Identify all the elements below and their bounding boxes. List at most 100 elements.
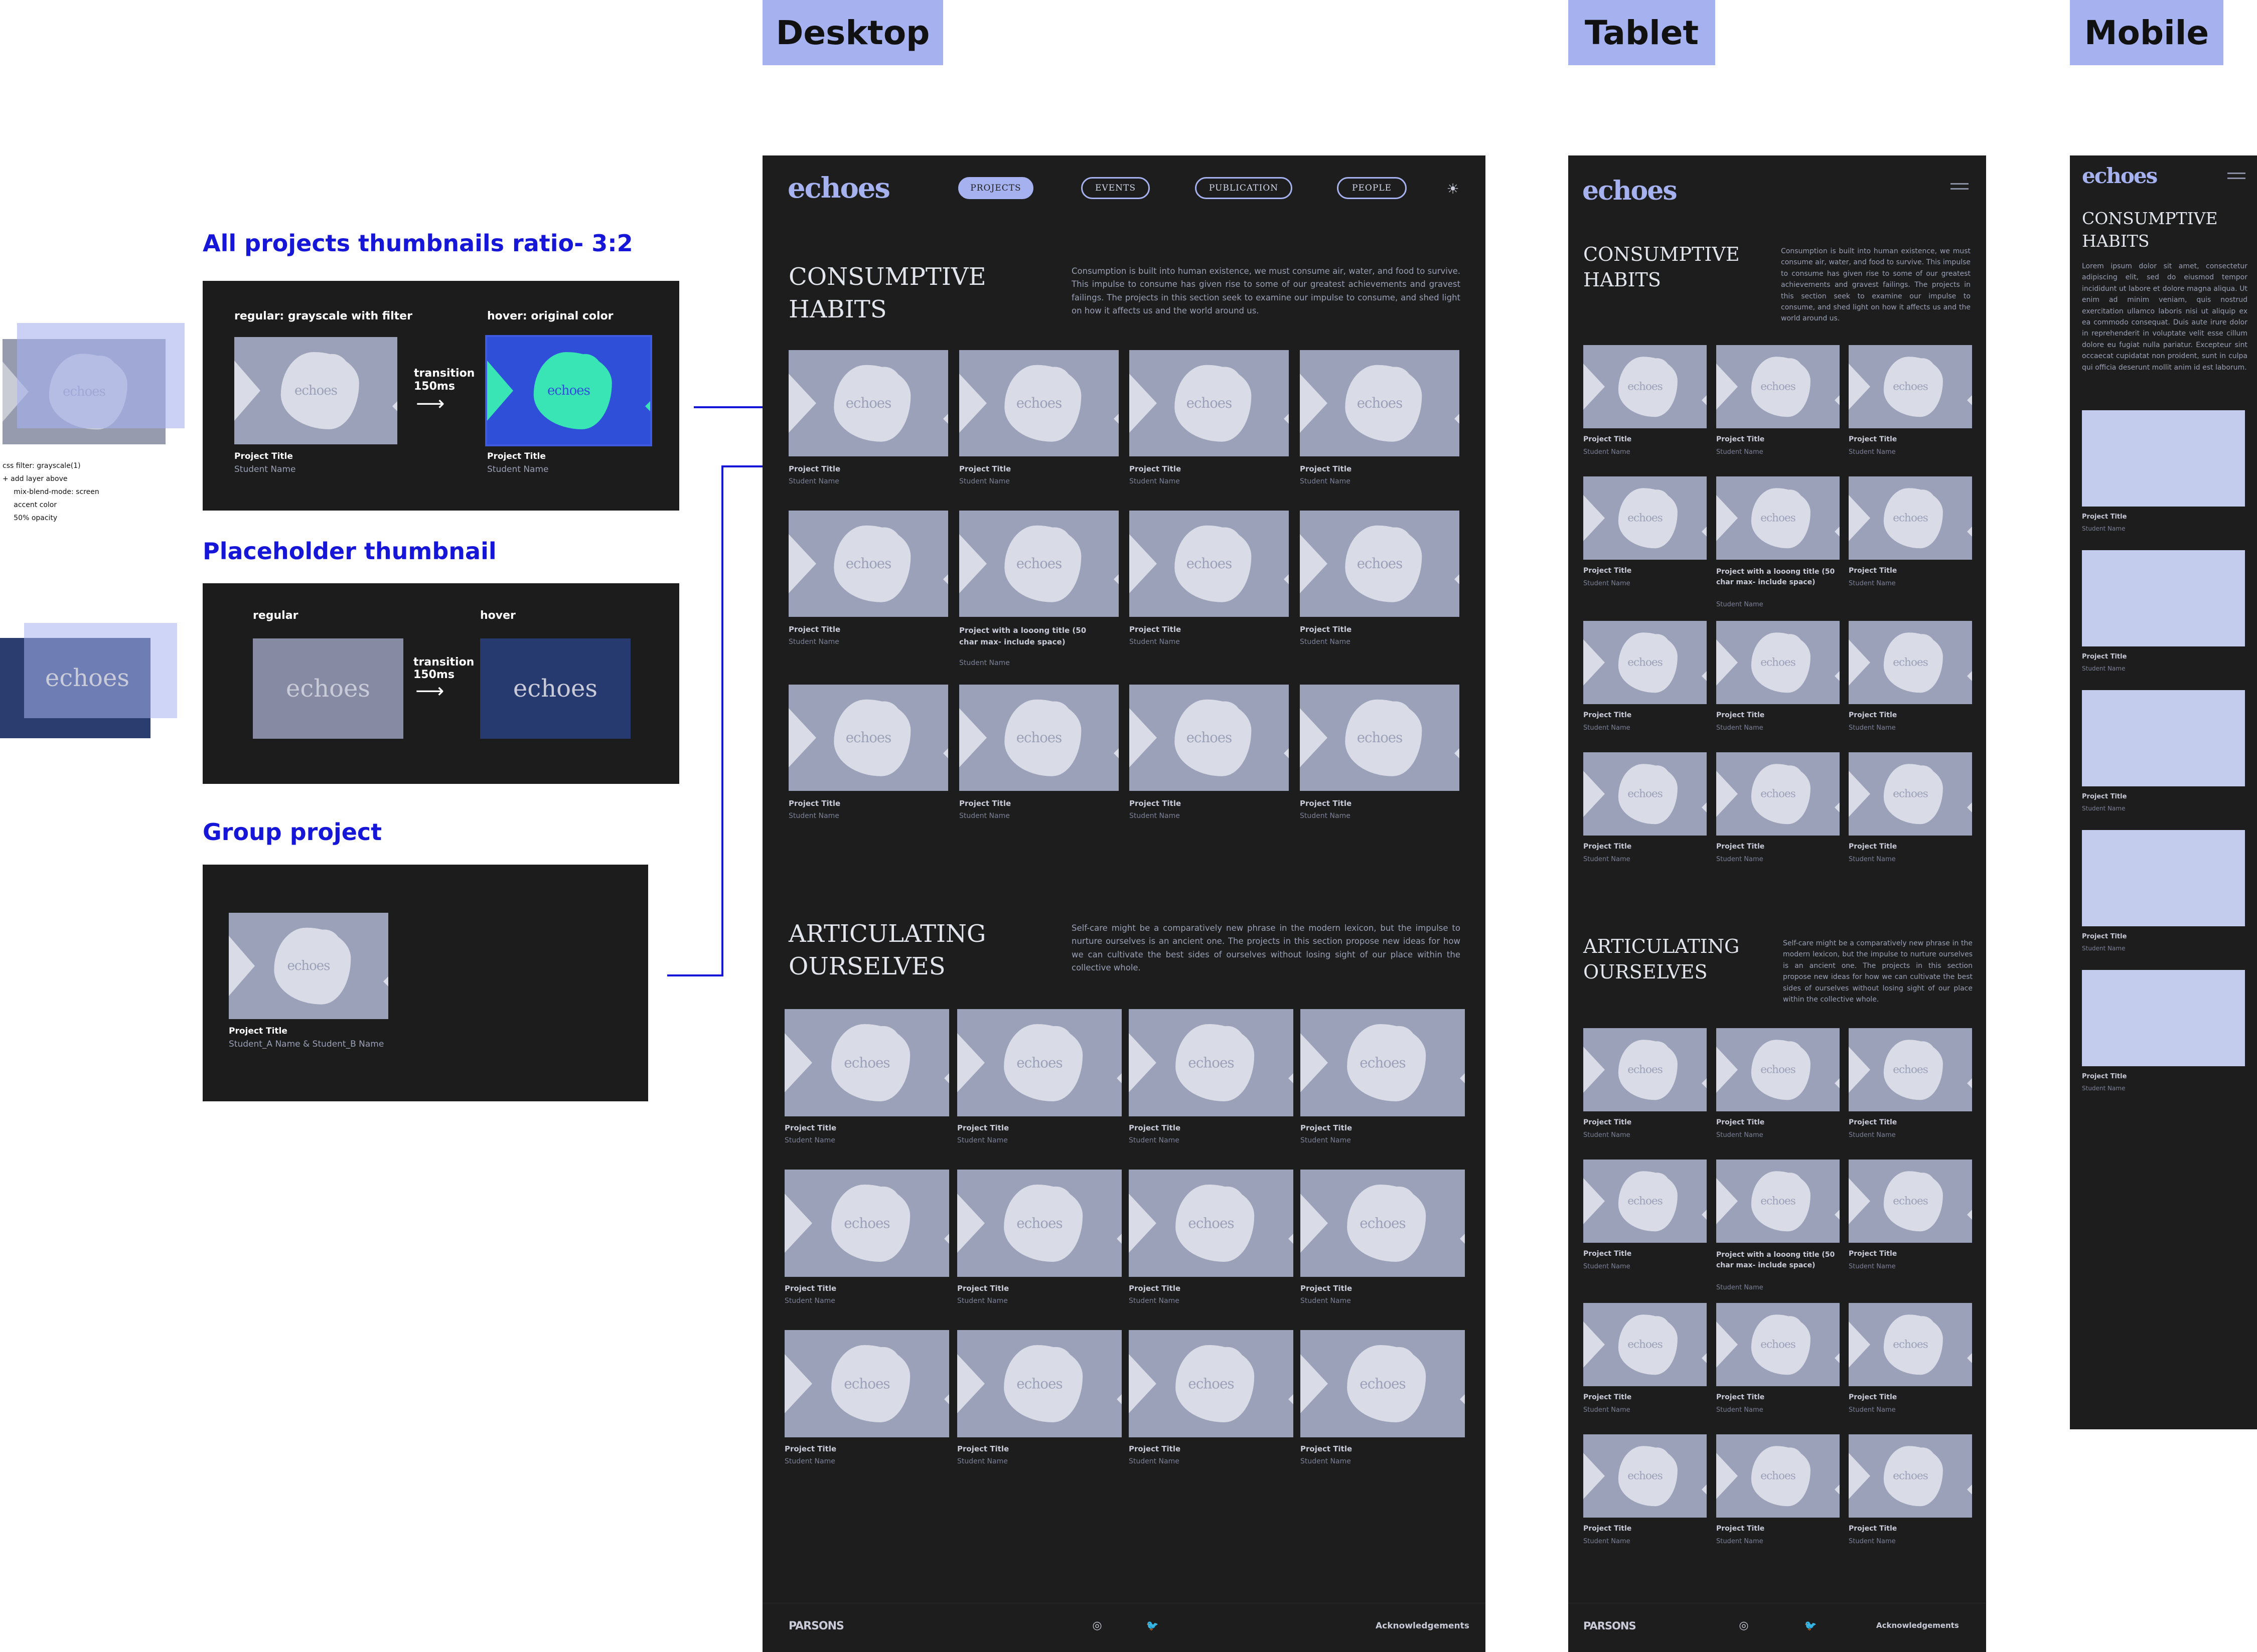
desktop-s2-thumb[interactable]: echoes bbox=[785, 1330, 949, 1437]
desktop-s2-card-title[interactable]: Project Title bbox=[785, 1444, 836, 1453]
tablet-s2-thumb[interactable]: echoes bbox=[1716, 1303, 1840, 1386]
thumb-regular[interactable]: echoes bbox=[234, 337, 397, 444]
tablet-s1-card-title[interactable]: Project Title bbox=[1716, 843, 1764, 851]
desktop-s1-card-title[interactable]: Project Title bbox=[1129, 799, 1181, 808]
desktop-s2-card-title[interactable]: Project Title bbox=[957, 1284, 1009, 1293]
desktop-s2-thumb[interactable]: echoes bbox=[957, 1170, 1122, 1277]
ph-hover[interactable]: echoes bbox=[480, 638, 631, 739]
tablet-s2-card-title[interactable]: Project Title bbox=[1716, 1118, 1764, 1126]
tablet-s1-card-title[interactable]: Project with a looong title (50 char max… bbox=[1716, 567, 1843, 588]
tablet-s2-thumb[interactable]: echoes bbox=[1849, 1303, 1972, 1386]
desktop-s2-card-title[interactable]: Project Title bbox=[1300, 1284, 1352, 1293]
desktop-s1-card-title[interactable]: Project Title bbox=[789, 464, 840, 473]
desktop-s1-card-title[interactable]: Project Title bbox=[959, 799, 1011, 808]
mobile-logo[interactable]: echoes bbox=[2082, 163, 2158, 188]
tablet-s2-thumb[interactable]: echoes bbox=[1849, 1028, 1972, 1111]
desktop-s2-thumb[interactable]: echoes bbox=[785, 1009, 949, 1116]
tablet-s2-thumb[interactable]: echoes bbox=[1583, 1028, 1707, 1111]
mobile-card-title[interactable]: Project Title bbox=[2082, 793, 2127, 800]
tablet-s1-thumb[interactable]: echoes bbox=[1583, 345, 1707, 428]
tablet-s1-card-title[interactable]: Project Title bbox=[1583, 435, 1631, 443]
tablet-s1-card-title[interactable]: Project Title bbox=[1583, 711, 1631, 719]
tablet-s1-card-title[interactable]: Project Title bbox=[1849, 711, 1897, 719]
tablet-s1-thumb[interactable]: echoes bbox=[1716, 752, 1840, 836]
theme-toggle-icon[interactable]: ☀ bbox=[1443, 179, 1463, 199]
desktop-s2-card-title[interactable]: Project Title bbox=[1129, 1123, 1180, 1132]
mobile-card-title[interactable]: Project Title bbox=[2082, 513, 2127, 521]
desktop-s2-thumb[interactable]: echoes bbox=[1300, 1330, 1465, 1437]
tablet-twitter-icon[interactable]: 🐦 bbox=[1803, 1618, 1818, 1633]
tablet-s1-thumb[interactable]: echoes bbox=[1583, 476, 1707, 560]
tablet-s2-thumb[interactable]: echoes bbox=[1583, 1303, 1707, 1386]
tablet-s1-card-title[interactable]: Project Title bbox=[1716, 435, 1764, 443]
tablet-s1-thumb[interactable]: echoes bbox=[1716, 345, 1840, 428]
desktop-s1-card-title[interactable]: Project Title bbox=[1129, 625, 1181, 634]
tablet-instagram-icon[interactable]: ◎ bbox=[1736, 1618, 1751, 1633]
tablet-s1-thumb[interactable]: echoes bbox=[1583, 621, 1707, 704]
tablet-s2-thumb[interactable]: echoes bbox=[1716, 1434, 1840, 1518]
nav-people[interactable]: PEOPLE bbox=[1337, 177, 1407, 199]
mobile-card-title[interactable]: Project Title bbox=[2082, 933, 2127, 940]
mobile-menu-icon[interactable] bbox=[2227, 173, 2245, 183]
desktop-s2-thumb[interactable]: echoes bbox=[1300, 1170, 1465, 1277]
tablet-s1-card-title[interactable]: Project Title bbox=[1849, 435, 1897, 443]
mobile-thumb[interactable] bbox=[2082, 830, 2245, 926]
mobile-card-title[interactable]: Project Title bbox=[2082, 1073, 2127, 1080]
desktop-s2-card-title[interactable]: Project Title bbox=[1300, 1444, 1352, 1453]
tablet-footer-acknowledgements[interactable]: Acknowledgements bbox=[1876, 1621, 1959, 1630]
ph-regular[interactable]: echoes bbox=[253, 638, 403, 739]
mobile-thumb[interactable] bbox=[2082, 690, 2245, 786]
desktop-s2-card-title[interactable]: Project Title bbox=[1300, 1123, 1352, 1132]
desktop-s2-thumb[interactable]: echoes bbox=[957, 1009, 1122, 1116]
tablet-s1-thumb[interactable]: echoes bbox=[1716, 621, 1840, 704]
desktop-s1-thumb[interactable]: echoes bbox=[959, 685, 1119, 791]
desktop-s1-thumb[interactable]: echoes bbox=[1300, 511, 1459, 617]
desktop-s2-thumb[interactable]: echoes bbox=[1300, 1009, 1465, 1116]
desktop-s1-card-title[interactable]: Project Title bbox=[1300, 799, 1351, 808]
tablet-s1-card-title[interactable]: Project Title bbox=[1716, 711, 1764, 719]
tablet-s1-thumb[interactable]: echoes bbox=[1849, 752, 1972, 836]
desktop-s1-thumb[interactable]: echoes bbox=[1300, 350, 1459, 456]
tablet-s1-thumb[interactable]: echoes bbox=[1849, 621, 1972, 704]
desktop-s2-thumb[interactable]: echoes bbox=[785, 1170, 949, 1277]
desktop-s2-card-title[interactable]: Project Title bbox=[957, 1444, 1009, 1453]
nav-publication[interactable]: PUBLICATION bbox=[1195, 177, 1292, 199]
tablet-s2-card-title[interactable]: Project Title bbox=[1716, 1525, 1764, 1533]
tablet-s1-thumb[interactable]: echoes bbox=[1849, 476, 1972, 560]
tablet-s1-card-title[interactable]: Project Title bbox=[1849, 843, 1897, 851]
nav-projects[interactable]: PROJECTS bbox=[958, 177, 1033, 199]
tablet-s2-card-title[interactable]: Project Title bbox=[1583, 1250, 1631, 1258]
tablet-s2-card-title[interactable]: Project with a looong title (50 char max… bbox=[1716, 1250, 1843, 1271]
tablet-logo[interactable]: echoes bbox=[1582, 176, 1678, 206]
desktop-s1-card-title[interactable]: Project Title bbox=[789, 799, 840, 808]
desktop-s1-thumb[interactable]: echoes bbox=[1129, 511, 1289, 617]
desktop-logo[interactable]: echoes bbox=[788, 172, 890, 205]
tablet-s2-card-title[interactable]: Project Title bbox=[1849, 1393, 1897, 1401]
desktop-s1-card-title[interactable]: Project with a looong title (50 char max… bbox=[959, 625, 1095, 647]
desktop-s1-card-title[interactable]: Project Title bbox=[959, 464, 1011, 473]
desktop-s2-thumb[interactable]: echoes bbox=[1129, 1170, 1293, 1277]
desktop-s2-card-title[interactable]: Project Title bbox=[1129, 1444, 1180, 1453]
desktop-s1-card-title[interactable]: Project Title bbox=[1129, 464, 1181, 473]
instagram-icon[interactable]: ◎ bbox=[1090, 1618, 1105, 1633]
desktop-s1-thumb[interactable]: echoes bbox=[959, 350, 1119, 456]
desktop-s2-thumb[interactable]: echoes bbox=[957, 1330, 1122, 1437]
tablet-s2-card-title[interactable]: Project Title bbox=[1716, 1393, 1764, 1401]
desktop-s2-card-title[interactable]: Project Title bbox=[957, 1123, 1009, 1132]
mobile-thumb[interactable] bbox=[2082, 410, 2245, 507]
tablet-s2-card-title[interactable]: Project Title bbox=[1849, 1118, 1897, 1126]
mobile-thumb[interactable] bbox=[2082, 970, 2245, 1066]
tablet-s2-thumb[interactable]: echoes bbox=[1583, 1160, 1707, 1243]
desktop-s1-thumb[interactable]: echoes bbox=[1300, 685, 1459, 791]
desktop-s1-card-title[interactable]: Project Title bbox=[1300, 625, 1351, 634]
desktop-s2-card-title[interactable]: Project Title bbox=[1129, 1284, 1180, 1293]
tablet-s1-thumb[interactable]: echoes bbox=[1583, 752, 1707, 836]
desktop-s1-thumb[interactable]: echoes bbox=[1129, 685, 1289, 791]
mobile-card-title[interactable]: Project Title bbox=[2082, 653, 2127, 660]
tablet-menu-icon[interactable] bbox=[1950, 183, 1969, 193]
nav-events[interactable]: EVENTS bbox=[1081, 177, 1150, 199]
tablet-s1-thumb[interactable]: echoes bbox=[1849, 345, 1972, 428]
tablet-s2-thumb[interactable]: echoes bbox=[1583, 1434, 1707, 1518]
group-thumb[interactable]: echoes bbox=[229, 913, 388, 1019]
tablet-s2-card-title[interactable]: Project Title bbox=[1583, 1393, 1631, 1401]
